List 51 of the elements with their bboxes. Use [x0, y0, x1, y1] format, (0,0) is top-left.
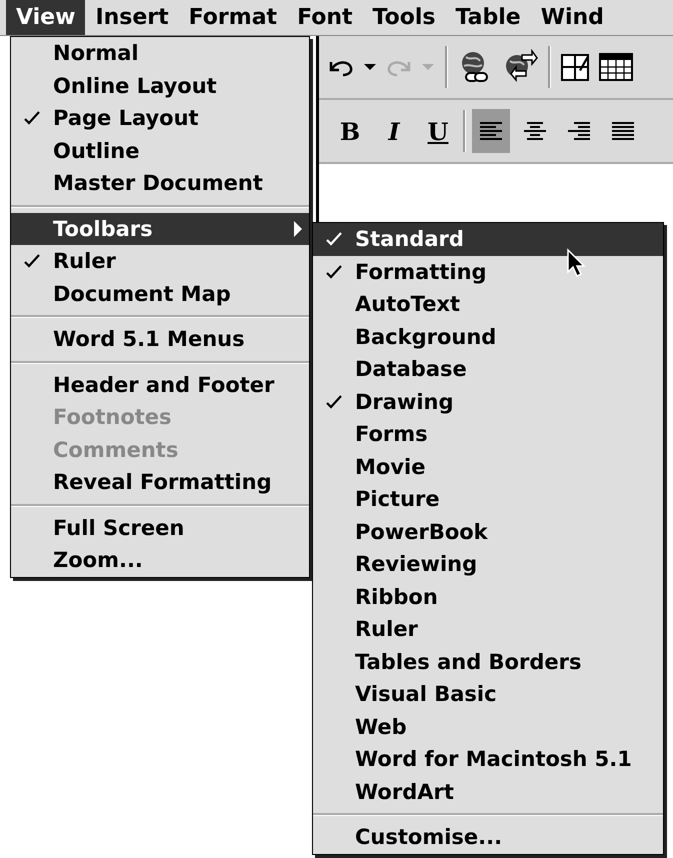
menu-item[interactable]: Database — [313, 353, 663, 386]
italic-button[interactable]: I — [375, 109, 413, 153]
menu-item[interactable]: Ribbon — [313, 580, 663, 613]
justify-icon — [611, 120, 635, 142]
menu-item[interactable]: Forms — [313, 418, 663, 450]
menu-item[interactable]: Header and Footer — [11, 368, 309, 401]
menu-item[interactable]: Picture — [313, 483, 663, 516]
underline-button[interactable]: U — [419, 109, 457, 153]
menu-item[interactable]: Master Document — [11, 167, 309, 200]
menu-item[interactable]: Drawing — [313, 386, 663, 418]
menu-item[interactable]: Reveal Formatting — [11, 466, 309, 498]
menu-item[interactable]: Movie — [313, 450, 663, 483]
menu-item[interactable]: PowerBook — [313, 516, 663, 548]
menu-item[interactable]: Zoom... — [11, 544, 309, 576]
menu-item[interactable]: Online Layout — [11, 70, 309, 102]
menu-item[interactable]: Document Map — [11, 278, 309, 310]
menu-item[interactable]: Web — [313, 710, 663, 743]
menu-item[interactable]: Full Screen — [11, 512, 309, 544]
menu-title[interactable]: Font — [287, 0, 362, 35]
menu-title[interactable]: Insert — [85, 0, 179, 35]
menu-title[interactable]: Format — [178, 0, 288, 35]
menu-item[interactable]: Background — [313, 320, 663, 353]
menu-title[interactable]: Table — [445, 0, 531, 35]
menu-item[interactable]: Word 5.1 Menus — [11, 323, 309, 356]
menu-item[interactable]: Word for Macintosh 5.1 — [313, 743, 663, 776]
menu-item[interactable]: Formatting — [313, 256, 663, 288]
table-icon[interactable] — [599, 53, 633, 81]
mouse-pointer-icon — [566, 248, 588, 278]
align-left-icon — [479, 120, 503, 142]
dropdown-arrow-icon[interactable] — [363, 63, 377, 71]
menu-item[interactable]: Toolbars — [11, 212, 309, 245]
alignleft-button[interactable] — [472, 109, 510, 153]
menu-item[interactable]: Visual Basic — [313, 678, 663, 710]
menu-title[interactable]: View — [6, 0, 86, 35]
menu-item[interactable]: Standard — [313, 223, 663, 256]
menu-item[interactable]: Tables and Borders — [313, 646, 663, 678]
align-right-icon — [567, 120, 591, 142]
menu-item[interactable]: Page Layout — [11, 102, 309, 134]
menu-item[interactable]: Outline — [11, 134, 309, 167]
draw-table-icon[interactable] — [561, 52, 591, 82]
menu-item[interactable]: AutoText — [313, 288, 663, 320]
menu-item[interactable]: Ruler — [11, 245, 309, 278]
menu-title[interactable]: Wind — [530, 0, 614, 35]
bold-button[interactable]: B — [331, 109, 369, 153]
align-center-icon — [523, 120, 547, 142]
menu-item[interactable]: Normal — [11, 37, 309, 70]
menu-title[interactable]: Tools — [362, 0, 446, 35]
menu-item[interactable]: Ruler — [313, 613, 663, 646]
menu-item[interactable]: Customise... — [313, 821, 663, 854]
menu-item[interactable]: WordArt — [313, 776, 663, 808]
menu-item[interactable]: Reviewing — [313, 548, 663, 580]
